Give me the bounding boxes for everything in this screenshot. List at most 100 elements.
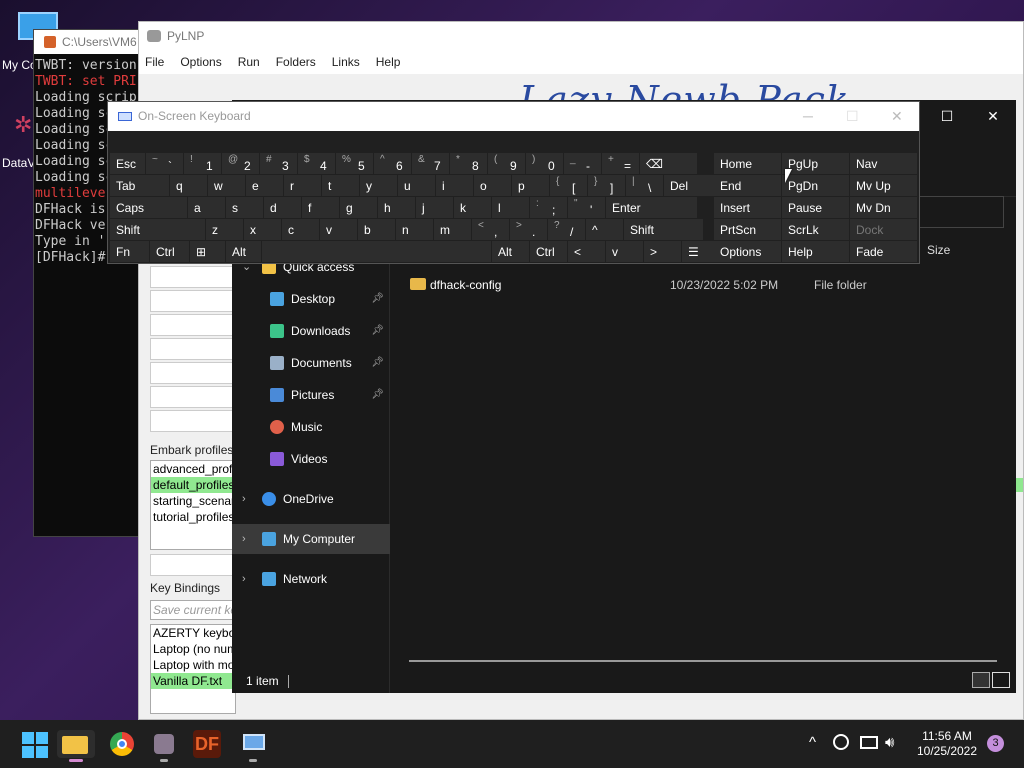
menu-run[interactable]: Run <box>238 55 260 69</box>
osk-key[interactable]: k <box>454 197 491 218</box>
osk-nav-key[interactable]: Mv Up <box>850 175 917 196</box>
osk-key[interactable]: <, <box>472 219 509 240</box>
chevron-icon[interactable]: › <box>242 484 246 514</box>
osk-key[interactable]: x <box>244 219 281 240</box>
network-status-icon[interactable] <box>860 736 878 749</box>
pylnp-button[interactable] <box>150 554 236 576</box>
osk-nav-key[interactable]: Pause <box>782 197 849 218</box>
osk-key[interactable]: Shift <box>624 219 703 240</box>
pylnp-button[interactable] <box>150 338 236 360</box>
osk-key[interactable]: | \ <box>626 175 663 196</box>
osk-key[interactable]: e <box>246 175 283 196</box>
osk-key[interactable]: t <box>322 175 359 196</box>
osk-key[interactable]: Tab <box>110 175 169 196</box>
osk-nav-key[interactable]: PrtScn <box>714 219 781 240</box>
osk-nav-key[interactable]: Nav <box>850 153 917 174</box>
osk-key[interactable]: y <box>360 175 397 196</box>
osk-key[interactable]: a <box>188 197 225 218</box>
on-screen-keyboard-window[interactable]: On-Screen Keyboard ─ ☐ ✕ Esc ~ `! 1 @2 #3 $4% 5… <box>107 101 920 264</box>
list-item[interactable]: starting_scenari <box>151 493 235 509</box>
osk-key[interactable]: v <box>320 219 357 240</box>
osk-key[interactable]: Fn <box>110 241 149 262</box>
list-item[interactable]: tutorial_profiles <box>151 509 235 525</box>
osk-titlebar[interactable]: On-Screen Keyboard ─ ☐ ✕ <box>108 102 919 131</box>
osk-key[interactable]: d <box>264 197 301 218</box>
list-item[interactable]: Vanilla DF.txt <box>151 673 235 689</box>
osk-nav-key[interactable]: Fade <box>850 241 917 262</box>
osk-key[interactable] <box>262 241 491 262</box>
sync-icon[interactable] <box>833 734 849 750</box>
nav-item[interactable]: Videos <box>232 444 390 474</box>
osk-key[interactable]: s <box>226 197 263 218</box>
search-box[interactable] <box>914 196 1004 228</box>
osk-nav-key[interactable]: PgDn <box>782 175 849 196</box>
osk-key[interactable]: + = <box>602 153 639 174</box>
osk-key[interactable]: Caps <box>110 197 187 218</box>
osk-nav-key[interactable]: ScrLk <box>782 219 849 240</box>
pylnp-icon[interactable] <box>150 730 178 762</box>
osk-key[interactable]: u <box>398 175 435 196</box>
osk-key[interactable]: Enter <box>606 197 697 218</box>
nav-item[interactable]: Downloads 📌︎ <box>232 316 390 346</box>
osk-nav-key[interactable]: PgUp <box>782 153 849 174</box>
osk-nav-key[interactable]: Dock <box>850 219 917 240</box>
chrome-icon[interactable] <box>108 730 136 758</box>
osk-key[interactable]: ⊞ <box>190 241 225 262</box>
clock[interactable]: 11:56 AM 10/25/2022 <box>912 729 982 759</box>
osk-nav-key[interactable]: Help <box>782 241 849 262</box>
osk-key[interactable]: v <box>606 241 643 262</box>
nav-item[interactable]: Documents 📌︎ <box>232 348 390 378</box>
osk-key[interactable]: $4 <box>298 153 335 174</box>
osk-key[interactable]: < <box>568 241 605 262</box>
nav-item[interactable]: My Computer › <box>232 524 390 554</box>
osk-key[interactable]: m <box>434 219 471 240</box>
osk-key[interactable]: ~ ` <box>146 153 183 174</box>
osk-nav-key[interactable]: Mv Dn <box>850 197 917 218</box>
osk-key[interactable]: }] <box>588 175 625 196</box>
pylnp-titlebar[interactable]: PyLNP <box>139 22 1023 50</box>
horizontal-scrollbar[interactable] <box>409 660 997 662</box>
osk-key[interactable]: (9 <box>488 153 525 174</box>
list-item[interactable]: advanced_profi <box>151 461 235 477</box>
osk-key[interactable]: Alt <box>492 241 529 262</box>
datavis-icon[interactable]: ✲ <box>14 112 34 142</box>
osk-key[interactable]: w <box>208 175 245 196</box>
list-item[interactable]: Laptop (no num <box>151 641 235 657</box>
nav-item[interactable]: OneDrive › <box>232 484 390 514</box>
osk-key[interactable]: ⌫ <box>640 153 697 174</box>
menu-options[interactable]: Options <box>180 55 221 69</box>
file-row[interactable]: dfhack-config 10/23/2022 5:02 PM File fo… <box>410 270 990 300</box>
osk-nav-key[interactable]: Options <box>714 241 781 262</box>
osk-key[interactable]: Alt <box>226 241 261 262</box>
osk-key[interactable]: c <box>282 219 319 240</box>
pylnp-button[interactable] <box>150 410 236 432</box>
osk-key[interactable]: r <box>284 175 321 196</box>
osk-key[interactable]: {[ <box>550 175 587 196</box>
file-explorer-icon[interactable] <box>57 730 95 762</box>
osk-key[interactable]: * 8 <box>450 153 487 174</box>
nav-item[interactable]: Network › <box>232 564 390 594</box>
osk-key[interactable]: :; <box>530 197 567 218</box>
osk-key[interactable]: % 5 <box>336 153 373 174</box>
column-header-size[interactable]: Size <box>927 243 950 257</box>
osk-minimize-button[interactable]: ─ <box>803 102 813 131</box>
maximize-button[interactable]: ☐ <box>924 100 970 132</box>
menu-links[interactable]: Links <box>332 55 360 69</box>
pylnp-button[interactable] <box>150 362 236 384</box>
menu-help[interactable]: Help <box>376 55 401 69</box>
osk-key[interactable]: g <box>340 197 377 218</box>
osk-close-button[interactable]: ✕ <box>891 102 903 131</box>
osk-key[interactable]: h <box>378 197 415 218</box>
pylnp-button[interactable] <box>150 314 236 336</box>
chevron-icon[interactable]: › <box>242 524 246 554</box>
chevron-icon[interactable]: › <box>242 564 246 594</box>
osk-key[interactable]: >. <box>510 219 547 240</box>
osk-key[interactable]: q <box>170 175 207 196</box>
osk-key[interactable]: > <box>644 241 681 262</box>
nav-item[interactable]: Pictures 📌︎ <box>232 380 390 410</box>
osk-key[interactable]: z <box>206 219 243 240</box>
osk-key[interactable]: ^ <box>586 219 623 240</box>
list-item[interactable]: default_profiles <box>151 477 235 493</box>
osk-key[interactable]: ^ 6 <box>374 153 411 174</box>
osk-key[interactable]: Del <box>664 175 717 196</box>
